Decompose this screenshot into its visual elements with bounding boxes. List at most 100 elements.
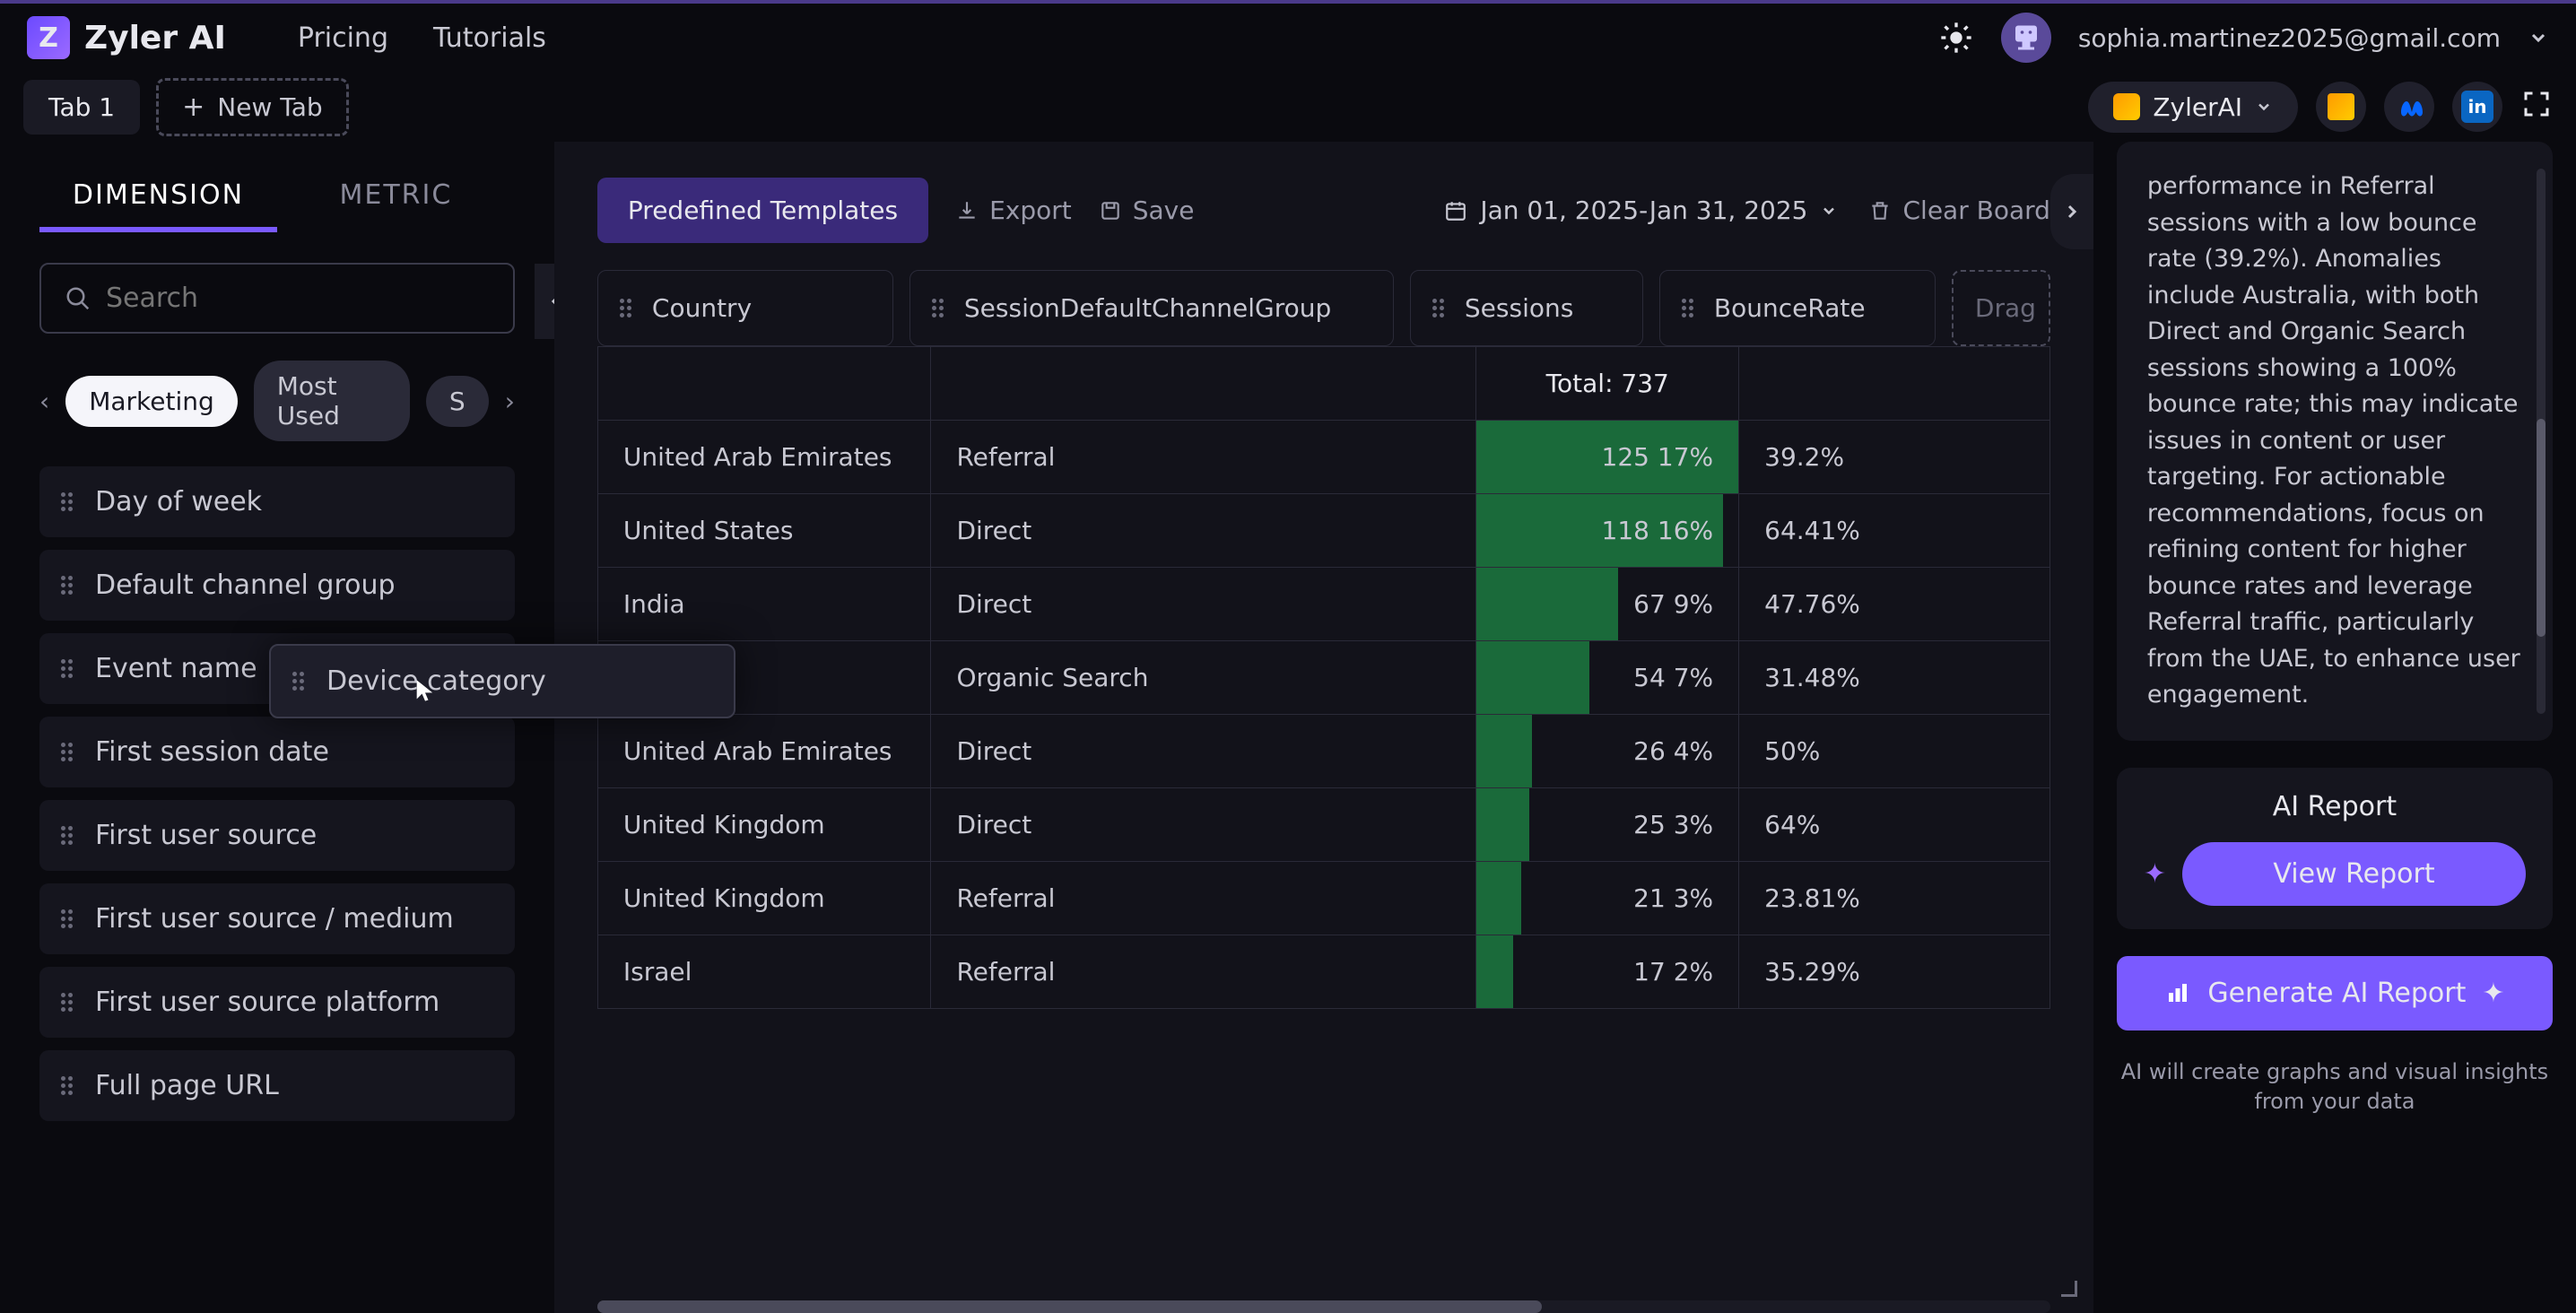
user-menu-chevron-icon[interactable] <box>2528 27 2549 48</box>
resize-handle[interactable] <box>2061 1281 2077 1297</box>
drag-handle-icon[interactable] <box>61 1076 77 1095</box>
save-icon <box>1099 199 1122 222</box>
horizontal-scrollbar[interactable] <box>597 1300 2050 1313</box>
cell-sessions: 21 3% <box>1476 862 1739 935</box>
cell-sessions: 67 9% <box>1476 568 1739 641</box>
drag-handle-icon[interactable] <box>61 993 77 1012</box>
drag-handle-icon[interactable] <box>61 909 77 928</box>
calendar-icon <box>1444 199 1467 222</box>
col-channel[interactable]: SessionDefaultChannelGroup <box>909 270 1394 346</box>
theme-toggle-icon[interactable] <box>1938 20 1974 56</box>
chip-marketing[interactable]: Marketing <box>65 376 238 427</box>
export-button[interactable]: Export <box>955 196 1072 225</box>
predefined-templates-button[interactable]: Predefined Templates <box>597 178 928 243</box>
dim-first-user-source-platform[interactable]: First user source platform <box>39 967 515 1038</box>
generate-ai-report-button[interactable]: Generate AI Report ✦ <box>2117 956 2553 1030</box>
plus-icon: + <box>182 91 205 123</box>
drag-handle-icon[interactable] <box>620 299 636 317</box>
cell-country: United States <box>597 494 931 568</box>
meta-icon <box>2393 91 2425 123</box>
workspace-selector[interactable]: ZylerAI <box>2088 82 2298 133</box>
col-sessions[interactable]: Sessions <box>1410 270 1643 346</box>
drag-handle-icon[interactable] <box>61 826 77 845</box>
linkedin-connector[interactable]: in <box>2452 82 2502 132</box>
dim-full-page-url[interactable]: Full page URL <box>39 1050 515 1121</box>
sidebar: DIMENSION METRIC ‹ Marketing Most Used S… <box>0 142 554 1313</box>
sidebar-tabs: DIMENSION METRIC <box>39 163 515 232</box>
workspace-name: ZylerAI <box>2153 92 2242 122</box>
scrollbar-thumb[interactable] <box>2537 419 2546 637</box>
cell-sessions: 17 2% <box>1476 935 1739 1009</box>
new-tab-label: New Tab <box>217 92 322 122</box>
dim-label: Event name <box>95 653 257 684</box>
drag-handle-icon[interactable] <box>61 492 77 511</box>
user-avatar[interactable] <box>2001 13 2051 63</box>
cell-country: United Arab Emirates <box>597 421 931 494</box>
nav-tutorials[interactable]: Tutorials <box>433 22 546 54</box>
save-button[interactable]: Save <box>1099 196 1195 225</box>
fullscreen-icon <box>2520 88 2553 120</box>
chip-most-used[interactable]: Most Used <box>254 361 410 441</box>
tab-metric[interactable]: METRIC <box>277 163 515 232</box>
col-country[interactable]: Country <box>597 270 893 346</box>
summary-scrollbar[interactable] <box>2537 169 2546 714</box>
clear-label: Clear Board <box>1902 196 2049 225</box>
chevron-down-icon <box>2255 98 2273 116</box>
drag-handle-icon[interactable] <box>1432 299 1449 317</box>
drag-handle-icon[interactable] <box>61 576 77 595</box>
drag-handle-icon[interactable] <box>61 659 77 678</box>
drag-handle-icon[interactable] <box>932 299 948 317</box>
cell-sessions: 25 3% <box>1476 788 1739 862</box>
cell-channel: Referral <box>931 935 1476 1009</box>
save-label: Save <box>1133 196 1195 225</box>
chips-scroll-left[interactable]: ‹ <box>39 387 49 416</box>
col-bounce[interactable]: BounceRate <box>1659 270 1936 346</box>
right-panel: performance in Referral sessions with a … <box>2093 142 2576 1313</box>
total-row: Total: 737 <box>597 347 2049 421</box>
scrollbar-thumb[interactable] <box>597 1300 1542 1313</box>
table-row: United Arab EmiratesDirect26 4%50% <box>597 715 2049 788</box>
search-field[interactable] <box>39 263 515 334</box>
nav-pricing[interactable]: Pricing <box>298 22 388 54</box>
dim-device-category-dragging[interactable]: Device category <box>269 644 735 718</box>
dimension-list: Day of week Default channel group Event … <box>39 466 515 1121</box>
cell-channel: Referral <box>931 421 1476 494</box>
tab-bar: Tab 1 + New Tab ZylerAI in <box>0 72 2576 142</box>
drag-handle-icon[interactable] <box>1682 299 1698 317</box>
meta-connector[interactable] <box>2384 82 2434 132</box>
dim-default-channel-group[interactable]: Default channel group <box>39 550 515 621</box>
drag-handle-icon[interactable] <box>61 743 77 761</box>
clear-board-button[interactable]: Clear Board <box>1868 196 2049 225</box>
chevron-right-icon <box>2061 201 2083 222</box>
dim-first-user-source-medium[interactable]: First user source / medium <box>39 883 515 954</box>
col-drop-target[interactable]: Drag <box>1952 270 2050 346</box>
dim-label: Day of week <box>95 486 262 517</box>
cell-sessions: 54 7% <box>1476 641 1739 715</box>
cell-channel: Referral <box>931 862 1476 935</box>
date-range-picker[interactable]: Jan 01, 2025-Jan 31, 2025 <box>1444 196 1838 225</box>
ai-report-title: AI Report <box>2144 791 2526 822</box>
drag-handle-icon[interactable] <box>292 672 309 691</box>
right-collapse-handle[interactable] <box>2050 174 2093 249</box>
tab-1[interactable]: Tab 1 <box>23 80 140 135</box>
brand-logo[interactable]: Z Zyler AI <box>27 16 226 59</box>
cursor-icon <box>413 678 438 703</box>
cell-bounce: 64.41% <box>1739 494 2050 568</box>
board-toolbar: Predefined Templates Export Save Jan 01,… <box>554 178 2093 270</box>
filter-chips: ‹ Marketing Most Used S › <box>39 361 515 441</box>
tab-dimension[interactable]: DIMENSION <box>39 163 277 232</box>
new-tab-button[interactable]: + New Tab <box>156 78 349 136</box>
dim-first-session-date[interactable]: First session date <box>39 717 515 787</box>
search-input[interactable] <box>106 283 490 314</box>
table-row: United KingdomReferral21 3%23.81% <box>597 862 2049 935</box>
table-row: IsraelReferral17 2%35.29% <box>597 935 2049 1009</box>
chip-more[interactable]: S <box>426 376 489 427</box>
ga-connector[interactable] <box>2316 82 2366 132</box>
fullscreen-button[interactable] <box>2520 88 2553 126</box>
cell-bounce: 47.76% <box>1739 568 2050 641</box>
dim-day-of-week[interactable]: Day of week <box>39 466 515 537</box>
dim-first-user-source[interactable]: First user source <box>39 800 515 871</box>
view-report-button[interactable]: View Report <box>2182 842 2526 906</box>
chips-scroll-right[interactable]: › <box>505 387 515 416</box>
table-row: United StatesDirect118 16%64.41% <box>597 494 2049 568</box>
